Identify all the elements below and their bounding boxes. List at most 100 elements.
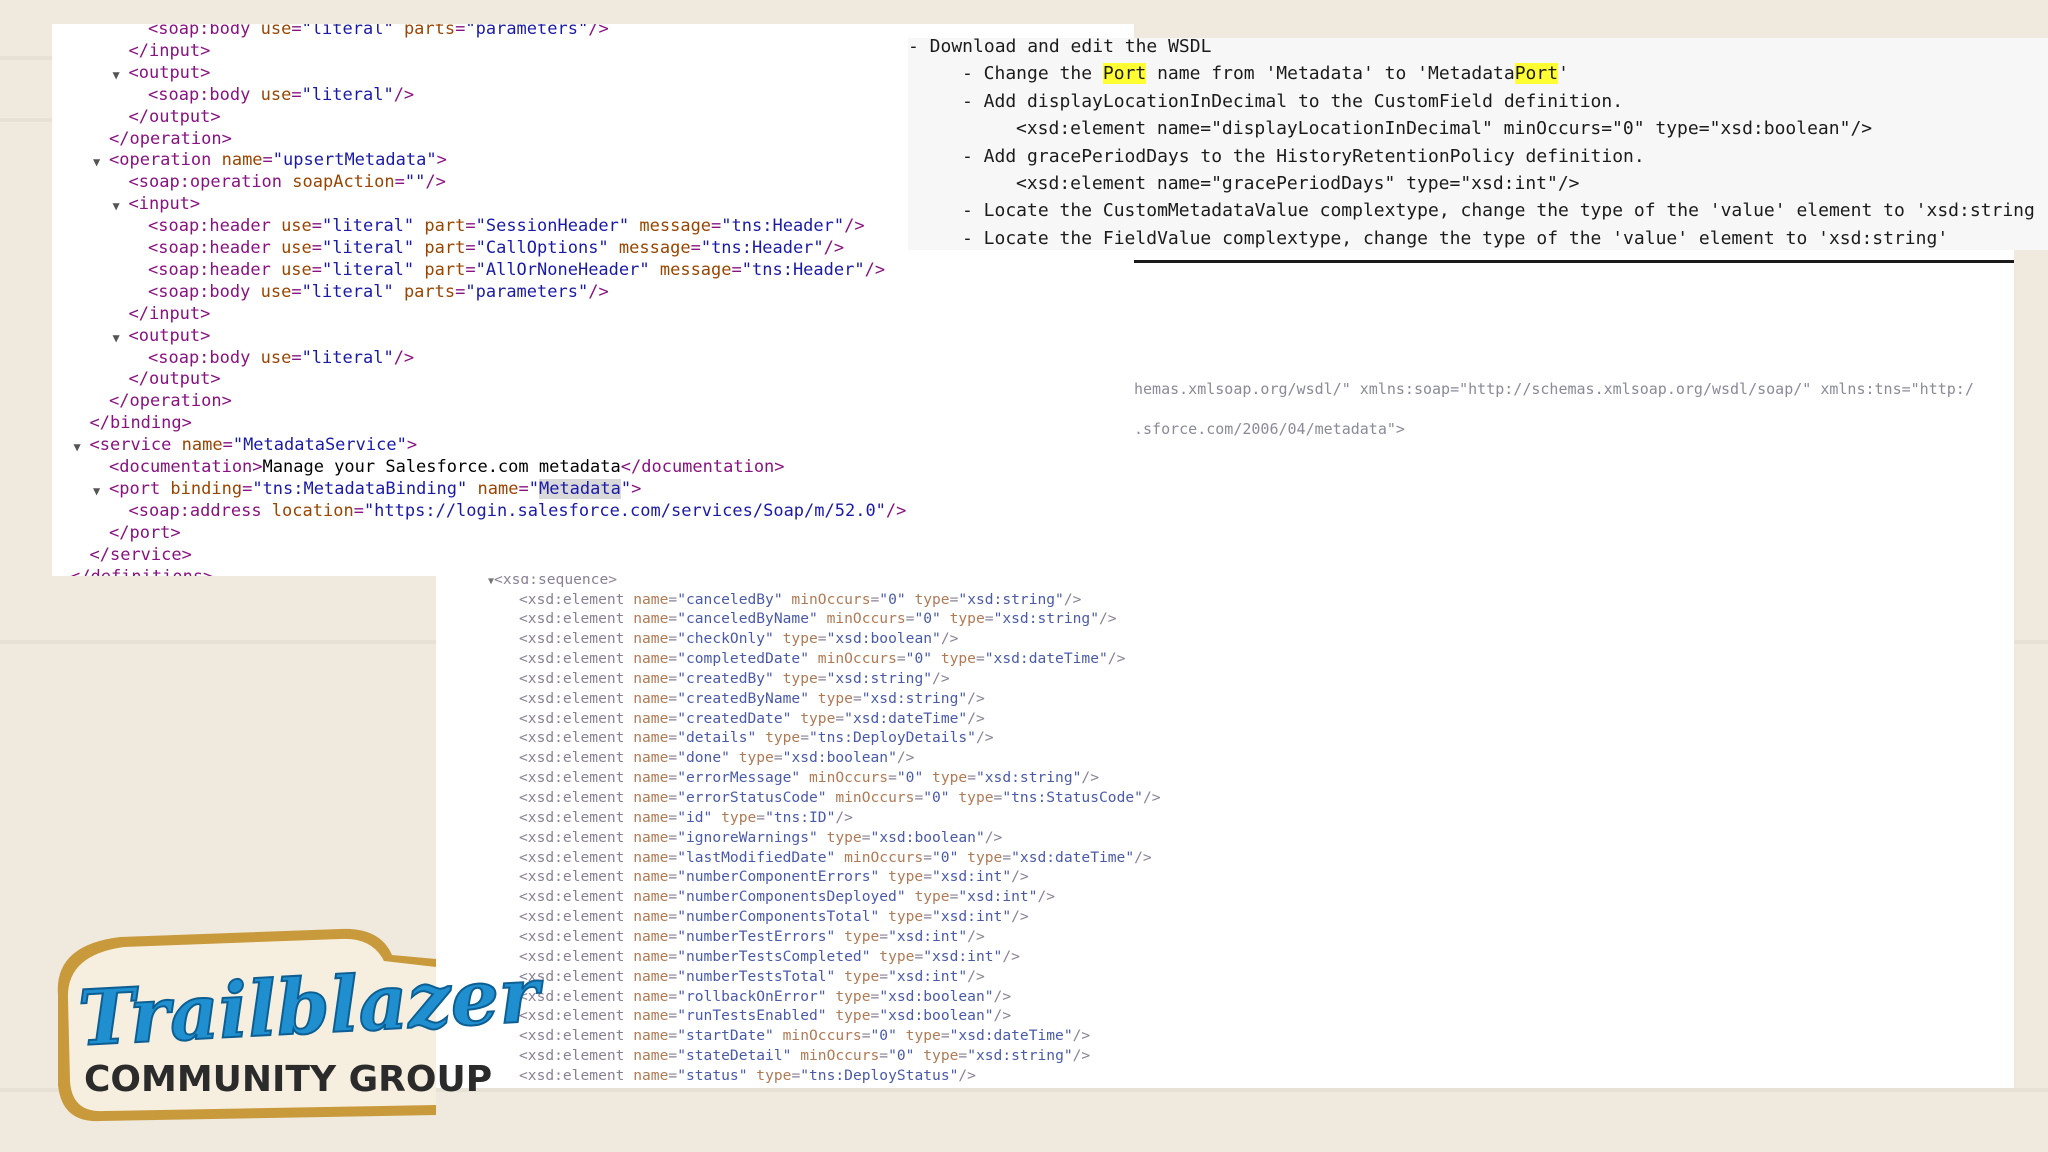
xml-line-text: <soap:body use="literal" parts="paramete… [148, 281, 609, 302]
xsd-element-row: <xsd:element name="numberComponentsDeplo… [519, 888, 1056, 906]
xsd-element-row: <xsd:element name="createdDate" type="xs… [519, 709, 985, 727]
xsd-element-row: <xsd:element name="status" type="tns:Dep… [519, 1066, 976, 1084]
collapse-toggle-icon[interactable]: ▼ [113, 64, 120, 86]
xml-line-text: </output> [128, 106, 221, 127]
xml-line: </operation> [109, 390, 232, 412]
xsd-element-row: <xsd:element name="startDate" minOccurs=… [519, 1027, 1091, 1045]
xsd-element-row: <xsd:element name="ignoreWarnings" type=… [519, 828, 1003, 846]
collapse-toggle-icon[interactable]: ▼ [488, 576, 494, 587]
xsd-element-row: <xsd:element name="runTestsEnabled" type… [519, 1007, 1012, 1025]
trailblazer-community-group-logo: Trailblazer COMMUNITY GROUP [57, 928, 547, 1122]
xsd-element-row: <xsd:element name="numberComponentsTotal… [519, 908, 1029, 926]
collapse-toggle-icon[interactable]: ▼ [113, 327, 120, 349]
xml-line: </definitions> [70, 566, 213, 577]
xml-line: ▼ <port binding="tns:MetadataBinding" nam… [93, 478, 642, 500]
xsd-element-row: <xsd:element name="numberTestsTotal" typ… [519, 967, 985, 985]
instruction-line: <xsd:element name="gracePeriodDays" type… [1016, 173, 1580, 194]
instruction-line: - Locate the CustomMetadataValue complex… [962, 200, 2035, 222]
xml-line-text: <soap:body use="literal" parts="paramete… [148, 24, 609, 39]
xsd-element-row: <xsd:element name="numberComponentErrors… [519, 868, 1029, 886]
xml-line-text: </service> [89, 544, 192, 565]
xml-line-text: </operation> [109, 128, 232, 149]
xml-line: </binding> [90, 412, 192, 434]
xsd-element-row: <xsd:element name="numberTestsCompleted"… [519, 947, 1020, 965]
xml-line-text: <operation name="upsertMetadata"> [109, 150, 447, 171]
xsd-element-row: <xsd:element name="createdByName" type="… [519, 689, 985, 707]
xsd-element-row: <xsd:element name="errorMessage" minOccu… [519, 769, 1099, 787]
collapse-toggle-icon[interactable]: ▼ [113, 195, 120, 217]
xml-line: <soap:body use="literal" parts="paramete… [148, 281, 609, 303]
xml-line-text: </definitions> [70, 567, 213, 577]
logo-subtitle: COMMUNITY GROUP [84, 1059, 492, 1100]
xsd-element-row: <xsd:element name="details" type="tns:De… [519, 729, 994, 747]
xml-line: <soap:operation soapAction=""/> [129, 171, 446, 193]
instruction-line: - Add gracePeriodDays to the HistoryRete… [962, 145, 1645, 167]
xml-line: <soap:header use="literal" part="CallOpt… [148, 237, 844, 259]
xsd-element-row: <xsd:element name="checkOnly" type="xsd:… [519, 630, 959, 648]
xml-line: ▼ <input> [113, 193, 201, 215]
xml-line: <soap:header use="literal" part="AllOrNo… [148, 259, 885, 281]
instruction-line: <xsd:element name="displayLocationInDeci… [1016, 118, 1873, 140]
xml-line-text: </operation> [109, 391, 232, 412]
xml-line-text: <soap:header use="literal" part="CallOpt… [148, 238, 845, 258]
xml-line: ▼ <output> [113, 62, 211, 84]
xml-line-text: <port binding="tns:MetadataBinding" name… [109, 478, 642, 499]
xml-line: <soap:address location="https://login.sa… [129, 500, 907, 522]
xml-line-text: <soap:header use="literal" part="Session… [148, 216, 865, 237]
collapse-toggle-icon[interactable]: ▼ [93, 151, 100, 173]
divider [1134, 260, 2014, 263]
xsd-element-row: <xsd:element name="done" type="xsd:boole… [519, 749, 915, 767]
xml-line: </port> [109, 522, 181, 544]
xml-line: </service> [90, 544, 192, 566]
xml-line-text: <soap:operation soapAction=""/> [128, 172, 446, 193]
xml-line-text: <documentation>Manage your Salesforce.co… [109, 457, 785, 477]
xsd-element-row: <xsd:element name="lastModifiedDate" min… [519, 848, 1152, 866]
schema-header-panel: hemas.xmlsoap.org/wsdl/" xmlns:soap="htt… [1134, 250, 2014, 580]
xml-line: ▼ <output> [113, 325, 211, 347]
collapse-toggle-icon[interactable]: ▼ [74, 436, 81, 458]
instruction-line: - Add displayLocationInDecimal to the Cu… [962, 90, 1624, 112]
xml-line: </output> [129, 106, 221, 128]
xsd-element-row: <xsd:element name="rollbackOnError" type… [519, 987, 1012, 1005]
xml-line-text: </input> [128, 303, 211, 324]
instruction-line: - Download and edit the WSDL [908, 38, 1212, 57]
xml-line-text: </port> [109, 522, 181, 543]
xml-line: ▼ <operation name="upsertMetadata"> [93, 149, 447, 171]
xsd-element-row: <xsd:element name="canceledBy" minOccurs… [519, 590, 1082, 608]
xml-line: <soap:body use="literal"/> [148, 347, 414, 369]
schema-line-2: .sforce.com/2006/04/metadata"> [1134, 420, 1405, 438]
xml-line: </output> [129, 368, 221, 390]
xsd-element-row: <xsd:element name="createdBy" type="xsd:… [519, 669, 950, 687]
xsd-element-row: <xsd:element name="completedDate" minOcc… [519, 650, 1126, 668]
xml-line: </input> [129, 303, 211, 325]
xml-line: <soap:body use="literal"/> [148, 84, 414, 106]
xml-line-text: </output> [128, 369, 221, 390]
xml-line-text: <service name="MetadataService"> [89, 435, 418, 456]
xsd-element-row: <xsd:element name="numberTestErrors" typ… [519, 927, 985, 945]
xml-line: <soap:header use="literal" part="Session… [148, 215, 865, 237]
xml-line-text: </input> [128, 40, 211, 61]
schema-line-1: hemas.xmlsoap.org/wsdl/" xmlns:soap="htt… [1134, 380, 1974, 398]
xml-line-text: <output> [128, 325, 211, 346]
collapse-toggle-icon[interactable]: ▼ [93, 480, 100, 502]
xml-line: </input> [129, 40, 211, 62]
xml-line: ▼ <service name="MetadataService"> [74, 434, 418, 456]
xml-line-text: <output> [128, 62, 211, 83]
xsd-element-row: <xsd:element name="errorStatusCode" minO… [519, 789, 1161, 806]
xml-line-text: <soap:address location="https://login.sa… [128, 500, 907, 521]
xml-line-text: </binding> [89, 413, 192, 434]
xml-line-text: <soap:body use="literal"/> [148, 84, 415, 105]
xsd-element-row: <xsd:element name="id" type="tns:ID"/> [519, 808, 853, 826]
xml-line-text: <soap:header use="literal" part="AllOrNo… [148, 259, 886, 280]
xml-line-text: <input> [128, 194, 201, 215]
xml-line: </operation> [109, 128, 232, 150]
instruction-line: - Locate the FieldValue complextype, cha… [962, 227, 1949, 249]
instructions-panel: - Download and edit the WSDL - Change the… [908, 38, 2048, 250]
instruction-line: - Change the Port name from 'Metadata' t… [962, 63, 1569, 85]
xml-line-text: <soap:body use="literal"/> [148, 347, 415, 368]
xsd-sequence-panel: ▼<xsd:sequence> <xsd:element name="cancel… [436, 576, 2014, 1088]
xml-line: <soap:body use="literal" parts="paramete… [148, 24, 609, 40]
xsd-element-row: <xsd:element name="canceledByName" minOc… [519, 610, 1117, 628]
xsd-element-row: <xsd:element name="stateDetail" minOccur… [519, 1047, 1091, 1065]
xml-line: <documentation>Manage your Salesforce.co… [109, 456, 785, 478]
